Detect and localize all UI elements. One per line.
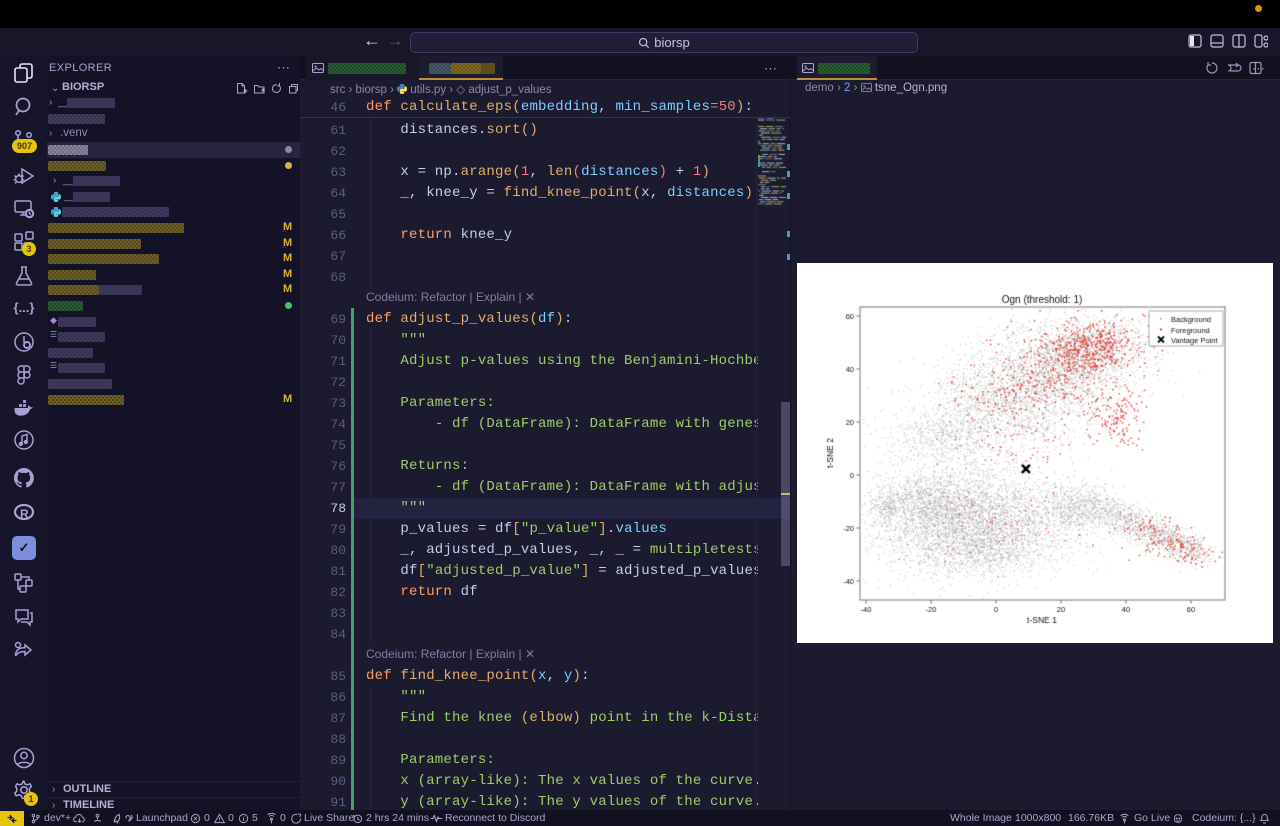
svg-text:R: R <box>20 507 29 521</box>
